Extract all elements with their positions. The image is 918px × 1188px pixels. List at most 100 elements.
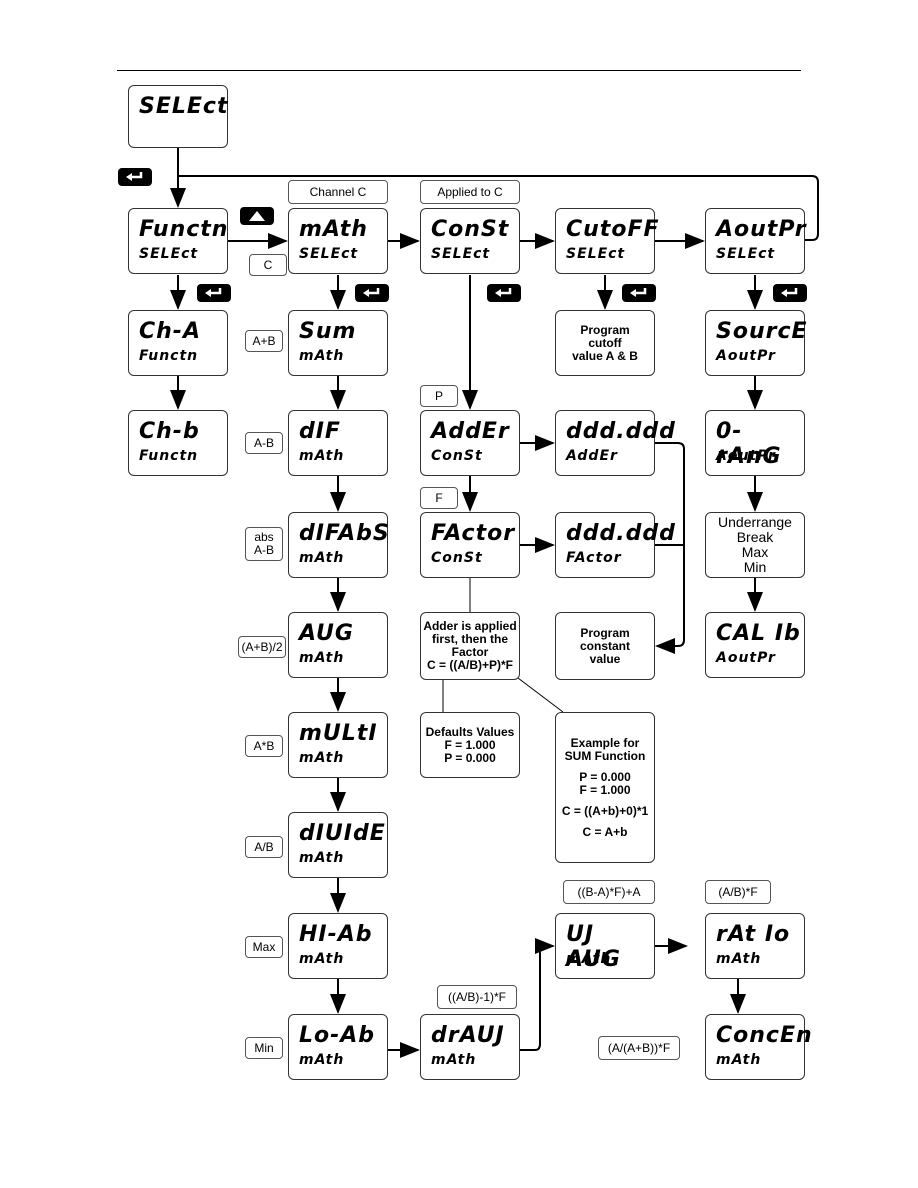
display-col2-6[interactable]: dIUIdE mAth — [288, 812, 388, 878]
enter-key-icon — [197, 284, 231, 302]
display-line2: AoutPr — [716, 448, 776, 464]
display-line2: mAth — [299, 850, 345, 866]
f-label: F — [420, 487, 458, 509]
note-line: P = 0.000 — [579, 769, 631, 784]
display-col1-0[interactable]: Functn SELEct — [128, 208, 228, 274]
display-line2: SELEct — [716, 246, 776, 262]
display-col5-0[interactable]: AoutPr SELEct — [705, 208, 807, 274]
note-line: Program — [580, 625, 630, 640]
note-line: P = 0.000 — [444, 750, 496, 765]
display-col1-1[interactable]: Ch-A Functn — [128, 310, 228, 376]
display-col2-7[interactable]: HI-Ab mAth — [288, 913, 388, 979]
display-col4-1[interactable]: ddd.ddd AddEr — [555, 410, 675, 476]
display-col2-1[interactable]: Sum mAth — [288, 310, 388, 376]
display-line2: mAth — [716, 951, 762, 967]
math-function-key-label: abs A-B — [245, 527, 283, 561]
display-line1: dIFAbS — [299, 521, 390, 546]
display-col5-2[interactable]: 0-rAnG AoutPr — [705, 410, 805, 476]
note-line: Max — [741, 544, 769, 560]
note-line: cutoff — [588, 335, 622, 350]
display-col5-4[interactable]: rAt Io mAth — [705, 913, 805, 979]
display-col1-2[interactable]: Ch-b Functn — [128, 410, 228, 476]
display-line2: mAth — [299, 650, 345, 666]
display-line1: AoutPr — [716, 217, 807, 242]
display-line1: FActor — [431, 521, 516, 546]
math-function-key-label: Max — [245, 936, 283, 958]
note-line: Break — [736, 529, 774, 545]
underrange-options-note: Underrange Break Max Min — [705, 512, 805, 578]
display-col5-5[interactable]: ConcEn mAth — [705, 1014, 812, 1080]
display-line2: mAth — [299, 951, 345, 967]
display-col3-1[interactable]: AddEr ConSt — [420, 410, 520, 476]
note-line: Program — [580, 322, 630, 337]
display-col3-2[interactable]: FActor ConSt — [420, 512, 520, 578]
display-col3-0[interactable]: ConSt SELEct — [420, 208, 520, 274]
note-line: Example for — [570, 735, 640, 750]
display-line1: CutoFF — [566, 217, 660, 242]
display-line1: Functn — [139, 217, 229, 242]
display-col2-0[interactable]: mAth SELEct — [288, 208, 388, 274]
enter-key-icon — [487, 284, 521, 302]
display-line2: SELEct — [299, 246, 359, 262]
display-line2: mAth — [299, 1052, 345, 1068]
math-function-key-label: (A+B)/2 — [238, 636, 286, 658]
display-col2-5[interactable]: mULtI mAth — [288, 712, 388, 778]
display-line2: mAth — [431, 1052, 477, 1068]
display-line1: dIF — [299, 419, 341, 444]
display-line2: ConSt — [431, 550, 483, 566]
display-col5-3[interactable]: CAL Ib AoutPr — [705, 612, 805, 678]
display-line1: AUG — [299, 621, 354, 646]
note-line: C = ((A+b)+0)*1 — [561, 803, 649, 818]
display-line2: SELEct — [566, 246, 626, 262]
display-col2-4[interactable]: AUG mAth — [288, 612, 388, 678]
display-line2: mAth — [716, 1052, 762, 1068]
display-col4-2[interactable]: ddd.ddd FActor — [555, 512, 675, 578]
note-line: value — [589, 651, 621, 666]
note-line: SUM Function — [564, 748, 646, 763]
concentration-formula-label: (A/(A+B))*F — [598, 1036, 680, 1060]
adder-note: Adder is applied first, then the Factor C =… — [420, 612, 520, 680]
display-line1: CAL Ib — [716, 621, 801, 646]
math-function-key-label: C — [249, 254, 287, 276]
draw-formula-label: ((A/B)-1)*F — [437, 985, 517, 1009]
display-line1: Lo-Ab — [299, 1023, 376, 1048]
display-line1: dIUIdE — [299, 821, 386, 846]
display-line2: Functn — [139, 348, 199, 364]
display-line2: mAth — [299, 348, 345, 364]
display-line2: mAth — [299, 750, 345, 766]
display-col2-2[interactable]: dIF mAth — [288, 410, 388, 476]
display-line1: mULtI — [299, 721, 378, 746]
display-col4-3[interactable]: UJ AUG mAth — [555, 913, 655, 979]
constant-note: Program constant value — [555, 612, 655, 680]
display-line2: SELEct — [431, 246, 491, 262]
enter-key-icon — [622, 284, 656, 302]
display-line1: Ch-A — [139, 319, 201, 344]
display-col3-3[interactable]: drAUJ mAth — [420, 1014, 520, 1080]
ratio-formula-label: (A/B)*F — [705, 880, 771, 904]
note-line: Min — [743, 559, 767, 575]
select-display[interactable]: SELEct — [128, 85, 228, 148]
display-line1: ddd.ddd — [566, 419, 676, 444]
math-function-key-label: Min — [245, 1037, 283, 1059]
display-line1: AddEr — [431, 419, 510, 444]
display-text: SELEct — [139, 94, 229, 119]
display-line1: Sum — [299, 319, 357, 344]
display-col5-1[interactable]: SourcE AoutPr — [705, 310, 807, 376]
display-line2: AddEr — [566, 448, 618, 464]
display-line2: AoutPr — [716, 650, 776, 666]
enter-key-icon — [355, 284, 389, 302]
display-col4-0[interactable]: CutoFF SELEct — [555, 208, 659, 274]
display-col2-8[interactable]: Lo-Ab mAth — [288, 1014, 388, 1080]
display-line1: ConcEn — [716, 1023, 813, 1048]
programming-flowchart: SELEct Channel C Applied to C P F ((A/B)… — [0, 0, 918, 1188]
display-col2-3[interactable]: dIFAbS mAth — [288, 512, 390, 578]
applied-to-c-label: Applied to C — [420, 180, 520, 204]
display-line2: Functn — [139, 448, 199, 464]
display-line1: rAt Io — [716, 922, 791, 947]
display-line1: Ch-b — [139, 419, 200, 444]
display-line1: HI-Ab — [299, 922, 373, 947]
note-line: constant — [579, 638, 630, 653]
enter-key-icon — [773, 284, 807, 302]
note-line: C = ((A/B)+P)*F — [426, 658, 513, 672]
note-line: Underrange — [718, 514, 792, 530]
